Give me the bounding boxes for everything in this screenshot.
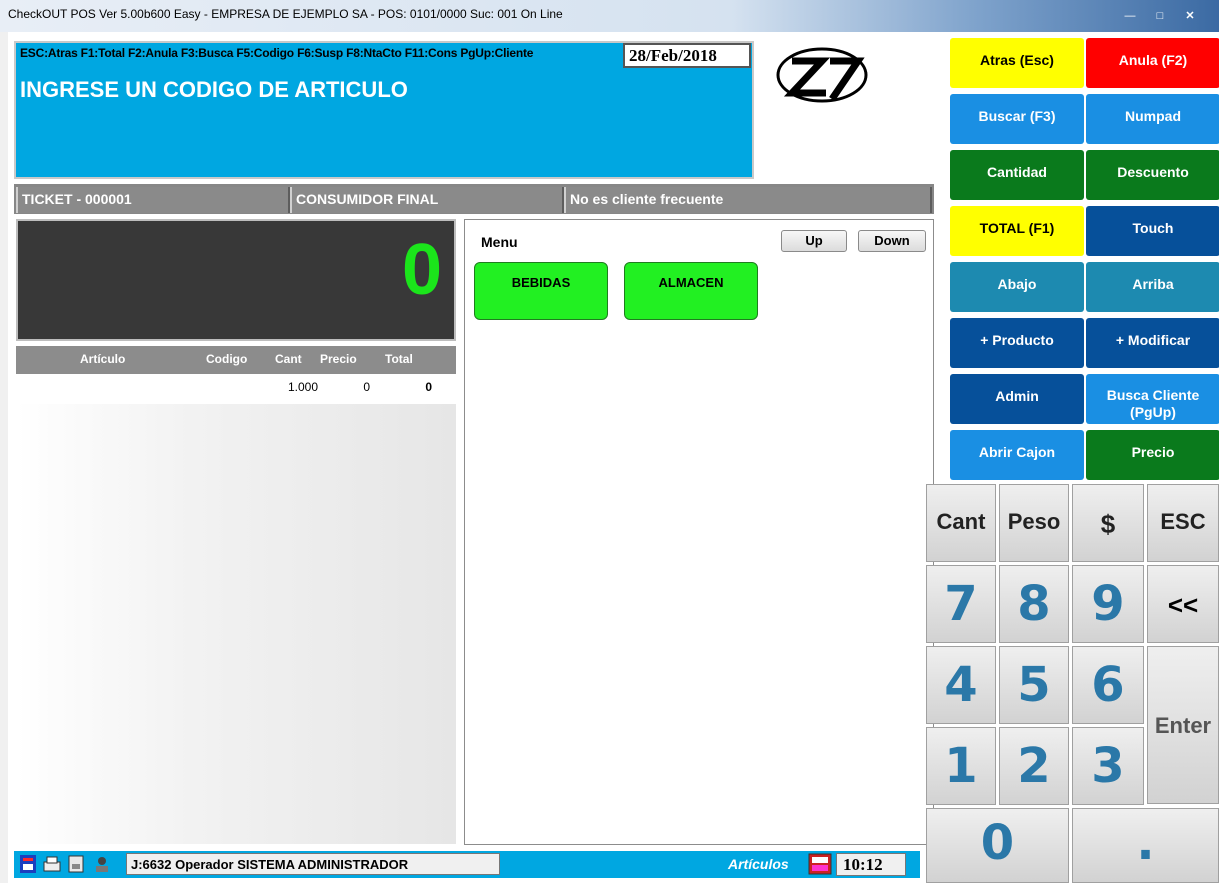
cell-precio[interactable]: 0 xyxy=(322,377,374,397)
arriba-button[interactable]: Arriba xyxy=(1086,262,1219,312)
items-grid-header: Artículo Codigo Cant Precio Total xyxy=(16,346,456,374)
total-amount: 0 xyxy=(401,230,442,310)
category-bebidas-button[interactable]: BEBIDAS xyxy=(474,262,608,320)
col-total: Total xyxy=(385,352,413,366)
open-drawer-button[interactable]: Abrir Cajon xyxy=(950,430,1084,480)
fiscal-printer-icon[interactable] xyxy=(66,854,86,874)
cell-total[interactable]: 0 xyxy=(376,377,436,397)
menu-panel: Menu Up Down BEBIDAS ALMACEN xyxy=(464,219,934,845)
col-articulo: Artículo xyxy=(80,352,126,366)
admin-button[interactable]: Admin xyxy=(950,374,1084,424)
key-0[interactable]: 0 xyxy=(926,808,1069,883)
add-product-button[interactable]: + Producto xyxy=(950,318,1084,368)
register-icon[interactable] xyxy=(808,853,832,875)
key-decimal[interactable]: . xyxy=(1072,808,1219,883)
network-icon[interactable] xyxy=(18,854,38,874)
key-3[interactable]: 3 xyxy=(1072,727,1144,805)
touch-button[interactable]: Touch xyxy=(1086,206,1219,256)
col-precio: Precio xyxy=(320,352,357,366)
maximize-icon[interactable]: □ xyxy=(1147,7,1173,25)
prompt-message: INGRESE UN CODIGO DE ARTICULO xyxy=(20,77,408,102)
operator-info: J:6632 Operador SISTEMA ADMINISTRADOR xyxy=(126,853,500,875)
cell-articulo[interactable] xyxy=(16,377,200,397)
table-row[interactable]: 1.000 0 0 xyxy=(16,377,456,399)
articulos-label: Artículos xyxy=(728,856,789,872)
close-icon[interactable]: ✕ xyxy=(1177,7,1203,25)
minimize-icon[interactable]: — xyxy=(1117,7,1143,25)
key-backspace[interactable]: << xyxy=(1147,565,1219,643)
items-list-area xyxy=(16,404,456,844)
ticket-info-bar: TICKET - 000001 CONSUMIDOR FINAL No es c… xyxy=(14,184,934,214)
menu-title: Menu xyxy=(481,234,518,250)
search-customer-button[interactable]: Busca Cliente (PgUp) xyxy=(1086,374,1219,424)
hotkeys-legend: ESC:Atras F1:Total F2:Anula F3:Busca F5:… xyxy=(20,46,534,60)
col-codigo: Codigo xyxy=(206,352,248,366)
logo-icon xyxy=(776,47,868,103)
window-title: CheckOUT POS Ver 5.00b600 Easy - EMPRESA… xyxy=(8,7,563,21)
operator-icon xyxy=(96,857,108,872)
key-7[interactable]: 7 xyxy=(926,565,996,643)
key-9[interactable]: 9 xyxy=(1072,565,1144,643)
printer-icon[interactable] xyxy=(42,854,62,874)
key-6[interactable]: 6 xyxy=(1072,646,1144,724)
key-cant[interactable]: Cant xyxy=(926,484,996,562)
status-bar: J:6632 Operador SISTEMA ADMINISTRADOR Ar… xyxy=(14,851,920,878)
anula-button[interactable]: Anula (F2) xyxy=(1086,38,1219,88)
add-modifier-button[interactable]: + Modificar xyxy=(1086,318,1219,368)
cell-codigo[interactable] xyxy=(206,377,272,397)
menu-down-button[interactable]: Down xyxy=(858,230,926,252)
buscar-button[interactable]: Buscar (F3) xyxy=(950,94,1084,144)
key-enter[interactable]: Enter xyxy=(1147,646,1219,804)
customer-name[interactable]: CONSUMIDOR FINAL xyxy=(290,187,564,213)
abajo-button[interactable]: Abajo xyxy=(950,262,1084,312)
key-dollar[interactable]: $ xyxy=(1072,484,1144,562)
numpad-button[interactable]: Numpad xyxy=(1086,94,1219,144)
clock: 10:12 xyxy=(836,853,906,876)
col-cant: Cant xyxy=(275,352,302,366)
company-logo xyxy=(770,41,930,117)
window-controls: — □ ✕ xyxy=(1117,7,1207,25)
descuento-button[interactable]: Descuento xyxy=(1086,150,1219,200)
key-4[interactable]: 4 xyxy=(926,646,996,724)
frequent-customer-status: No es cliente frecuente xyxy=(564,187,932,213)
key-peso[interactable]: Peso xyxy=(999,484,1069,562)
date-display: 28/Feb/2018 xyxy=(623,43,751,68)
key-8[interactable]: 8 xyxy=(999,565,1069,643)
key-5[interactable]: 5 xyxy=(999,646,1069,724)
precio-button[interactable]: Precio xyxy=(1086,430,1219,480)
key-1[interactable]: 1 xyxy=(926,727,996,805)
category-almacen-button[interactable]: ALMACEN xyxy=(624,262,758,320)
key-2[interactable]: 2 xyxy=(999,727,1069,805)
key-esc[interactable]: ESC xyxy=(1147,484,1219,562)
atras-button[interactable]: Atras (Esc) xyxy=(950,38,1084,88)
ticket-number: TICKET - 000001 xyxy=(16,187,290,213)
cantidad-button[interactable]: Cantidad xyxy=(950,150,1084,200)
total-button[interactable]: TOTAL (F1) xyxy=(950,206,1084,256)
cell-cant[interactable]: 1.000 xyxy=(274,377,322,397)
total-display: 0 xyxy=(16,219,456,341)
menu-up-button[interactable]: Up xyxy=(781,230,847,252)
window-title-bar: CheckOUT POS Ver 5.00b600 Easy - EMPRESA… xyxy=(0,0,1219,32)
